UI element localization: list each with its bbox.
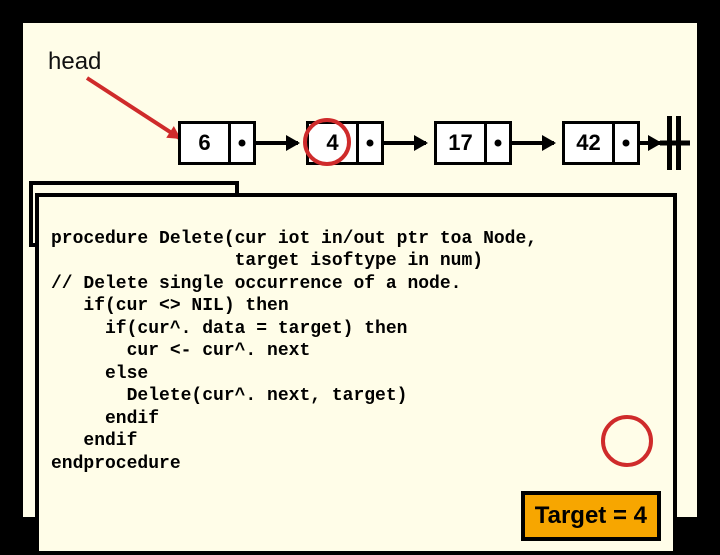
- code-line: endprocedure: [51, 454, 181, 474]
- node-0: 6: [178, 121, 256, 165]
- head-label: head: [48, 48, 101, 76]
- nil-terminator: [667, 116, 681, 170]
- code-line: target isoftype in num): [51, 251, 483, 271]
- code-line: if(cur^. data = target) then: [51, 319, 407, 339]
- arrow-1-2: [384, 141, 426, 145]
- code-line: Delete(cur^. next, target): [51, 386, 407, 406]
- arrow-3-nil: [640, 141, 660, 145]
- pseudocode-box: procedure Delete(cur iot in/out ptr toa …: [35, 193, 677, 555]
- code-line: if(cur <> NIL) then: [51, 296, 289, 316]
- node-3-value: 42: [565, 124, 615, 162]
- code-line: endif: [51, 431, 137, 451]
- node-1-value: 4: [309, 124, 359, 162]
- node-3-next-ptr: [615, 124, 637, 162]
- arrow-0-1: [256, 141, 298, 145]
- node-0-value: 6: [181, 124, 231, 162]
- code-line: // Delete single occurrence of a node.: [51, 274, 461, 294]
- code-line: endif: [51, 409, 159, 429]
- diagram-canvas: head 6 4 17 42 procedure Delete(cur iot …: [20, 20, 700, 520]
- node-2-next-ptr: [487, 124, 509, 162]
- code-line: cur <- cur^. next: [51, 341, 310, 361]
- node-2: 17: [434, 121, 512, 165]
- arrow-2-3: [512, 141, 554, 145]
- head-pointer-arrow: [86, 76, 180, 139]
- node-1: 4: [306, 121, 384, 165]
- node-1-next-ptr: [359, 124, 381, 162]
- node-2-value: 17: [437, 124, 487, 162]
- target-box: Target = 4: [521, 491, 661, 541]
- node-3: 42: [562, 121, 640, 165]
- node-0-next-ptr: [231, 124, 253, 162]
- code-line: else: [51, 364, 148, 384]
- code-line: procedure Delete(cur iot in/out ptr toa …: [51, 229, 537, 249]
